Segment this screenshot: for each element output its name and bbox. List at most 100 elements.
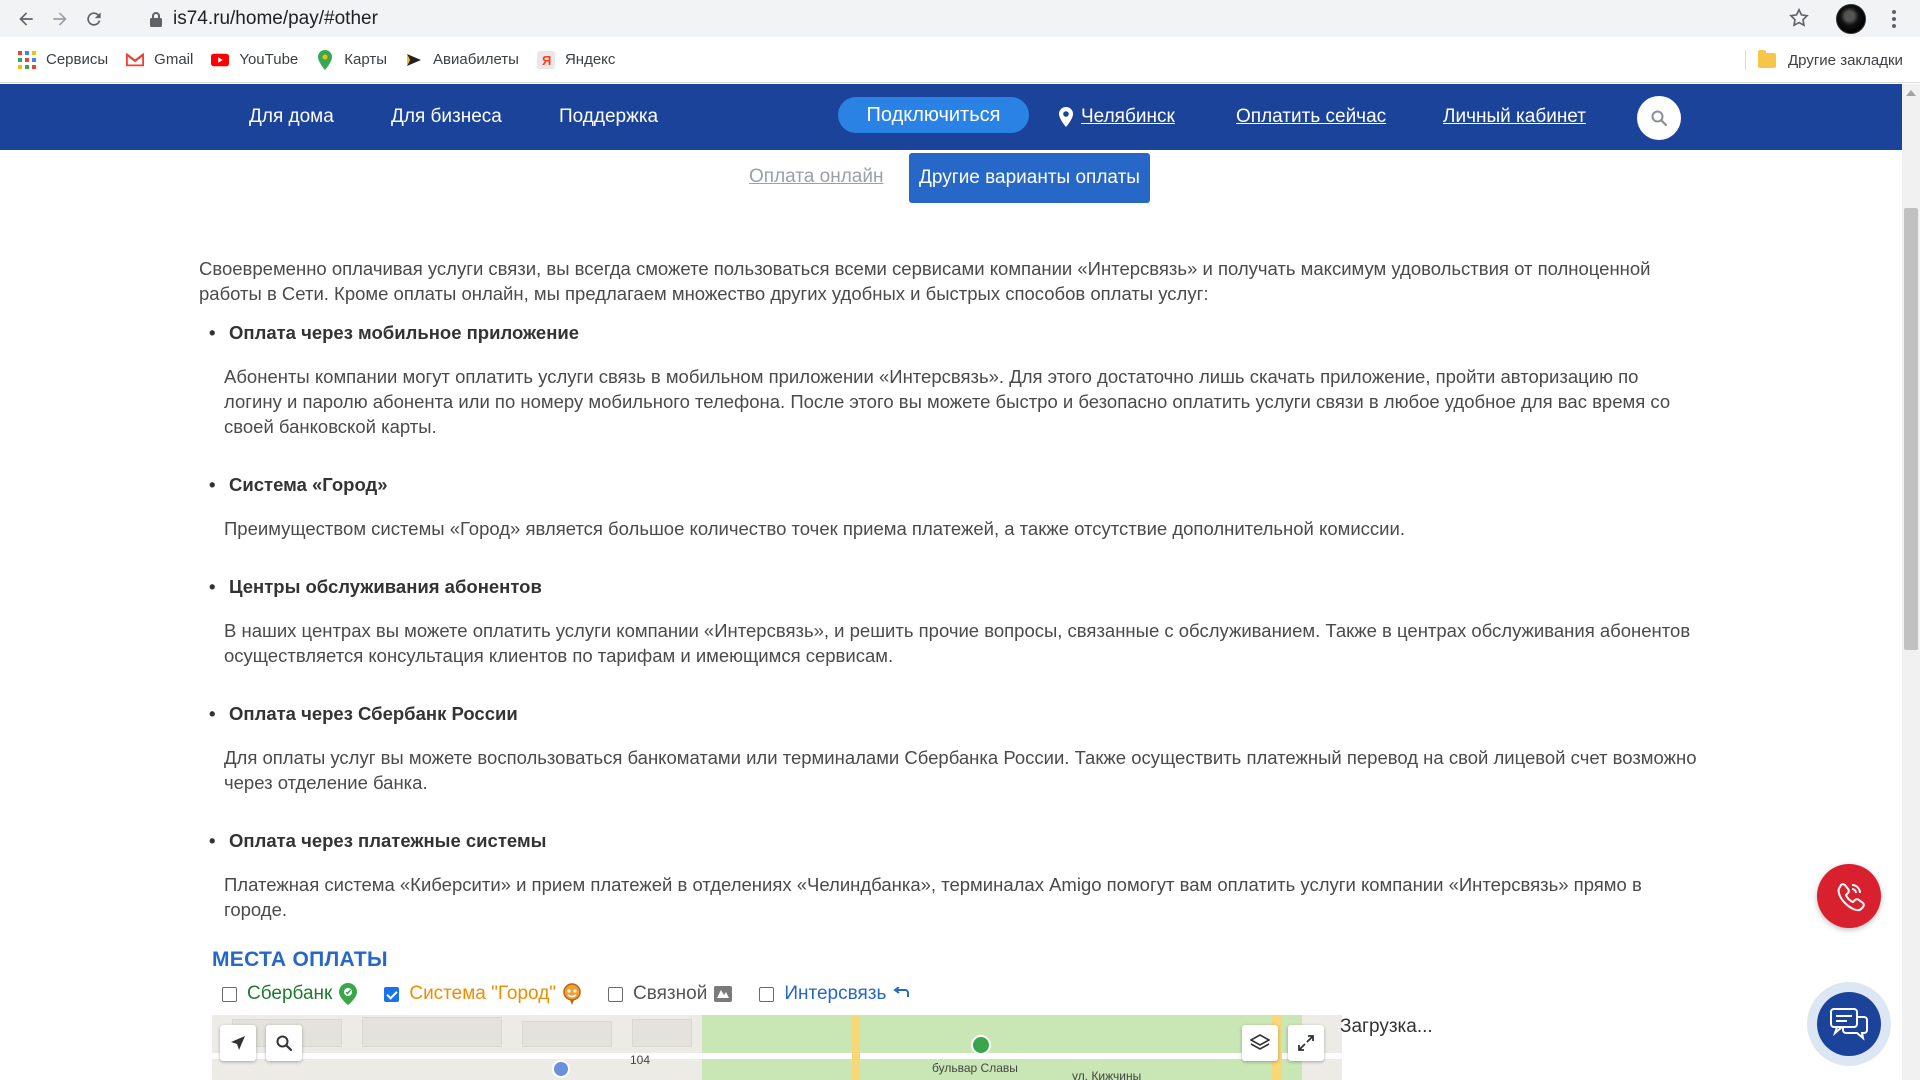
profile-avatar[interactable] [1836, 4, 1866, 34]
back-arrow-icon [19, 11, 33, 26]
map-filters: Сбербанк Система "Город" Связной Интерсв… [222, 980, 938, 1008]
filter-checkbox[interactable] [759, 986, 775, 1002]
map-road [212, 1053, 1342, 1059]
bookmarks-bar: Сервисы Gmail YouTube Карты Авиабилеты Я… [0, 37, 1920, 83]
filter-label: Система "Город" [409, 983, 557, 1004]
bookmark-yandex[interactable]: Я Яндекс [536, 44, 616, 76]
bookmark-gmail[interactable]: Gmail [126, 44, 193, 76]
map-geolocation-button[interactable] [220, 1025, 256, 1061]
filter-label: Сбербанк [247, 983, 333, 1004]
filter-label: Интерсвязь [784, 983, 887, 1004]
browser-menu-icon[interactable] [1882, 7, 1906, 31]
svg-text:Я: Я [542, 53, 551, 68]
city-selector[interactable]: Челябинск [1059, 84, 1175, 150]
chat-button-inner [1817, 992, 1881, 1056]
search-icon [276, 1035, 293, 1052]
expand-icon [1298, 1035, 1314, 1051]
bookmark-label: Авиабилеты [433, 51, 519, 68]
phone-icon [1837, 883, 1865, 912]
nav-home[interactable]: Для дома [249, 106, 334, 128]
forward-arrow-icon [53, 11, 67, 26]
address-bar[interactable]: is74.ru/home/pay/#other [137, 2, 1837, 35]
filter-svyaznoy[interactable]: Связной [608, 983, 733, 1005]
apps-grid-icon [18, 50, 36, 69]
chat-button[interactable] [1807, 982, 1891, 1066]
filter-sberbank[interactable]: Сбербанк [222, 983, 358, 1005]
map-house-number: 104 [630, 1053, 651, 1067]
bookmark-label: YouTube [239, 51, 299, 68]
connect-button[interactable]: Подключиться [838, 97, 1029, 133]
method-title: Центры обслуживания абонентов [209, 574, 1699, 599]
reload-button[interactable] [80, 5, 108, 33]
tab-online-payment[interactable]: Оплата онлайн [749, 166, 883, 188]
bookmark-star-icon[interactable] [1788, 7, 1810, 29]
filter-checkbox-checked[interactable] [384, 986, 400, 1002]
other-bookmarks[interactable]: Другие закладки [1758, 44, 1903, 76]
map-street-label: бульвар Славы [932, 1061, 1018, 1075]
url-text: is74.ru/home/pay/#other [173, 7, 378, 29]
filter-intersvyaz[interactable]: Интерсвязь [759, 983, 912, 1005]
filter-gorod[interactable]: Система "Город" [384, 983, 582, 1005]
tab-other-payment[interactable]: Другие варианты оплаты [909, 153, 1150, 203]
filter-checkbox[interactable] [222, 986, 237, 1002]
city-label: Челябинск [1081, 106, 1175, 127]
nav-business[interactable]: Для бизнеса [391, 106, 502, 128]
forward-button[interactable] [46, 5, 74, 33]
filter-checkbox[interactable] [608, 986, 624, 1002]
navigation-arrow-icon [231, 1036, 245, 1050]
map-road [852, 1015, 860, 1080]
map-street-label: ул. Кижчины [1072, 1069, 1142, 1080]
map-search-button[interactable] [266, 1025, 302, 1061]
nav-support[interactable]: Поддержка [559, 106, 658, 128]
gmail-icon [126, 51, 145, 69]
gorod-pin-icon [562, 983, 582, 1005]
chat-bubbles-icon [1830, 1008, 1868, 1041]
bookmarks-separator [1745, 50, 1746, 70]
bookmark-label: Карты [344, 51, 388, 68]
intersvyaz-arrow-icon [892, 983, 912, 1005]
map-fullscreen-button[interactable] [1288, 1025, 1324, 1061]
map-building [362, 1017, 502, 1047]
bookmark-youtube[interactable]: YouTube [211, 44, 298, 76]
method-title: Оплата через платежные системы [209, 828, 1699, 853]
payment-places-title: МЕСТА ОПЛАТЫ [212, 948, 388, 971]
map-shop-poi-icon[interactable] [552, 1060, 570, 1078]
callback-button[interactable] [1817, 864, 1881, 928]
method-text: В наших центрах вы можете оплатить услуг… [224, 620, 1691, 666]
other-bookmarks-label: Другие закладки [1788, 51, 1903, 69]
sberbank-pin-icon [338, 983, 358, 1005]
method-title: Оплата через Сбербанк России [209, 701, 1699, 726]
bookmark-services[interactable]: Сервисы [18, 44, 108, 76]
method-title: Оплата через мобильное приложение [209, 320, 1699, 345]
personal-cabinet-link[interactable]: Личный кабинет [1443, 106, 1586, 128]
map-park-poi-icon[interactable] [971, 1035, 991, 1055]
reload-icon [87, 11, 101, 26]
lock-icon [150, 11, 162, 27]
folder-icon [1758, 49, 1776, 68]
scroll-up-arrow-icon[interactable] [1906, 90, 1916, 96]
site-header: Для дома Для бизнеса Поддержка Подключит… [0, 84, 1902, 150]
yandex-icon: Я [536, 50, 555, 69]
pay-now-link[interactable]: Оплатить сейчас [1236, 106, 1386, 128]
map-layers-button[interactable] [1242, 1025, 1278, 1061]
search-icon [1651, 110, 1668, 127]
scroll-thumb[interactable] [1904, 208, 1918, 650]
method-text: Абоненты компании могут оплатить услуги … [224, 366, 1671, 437]
bookmark-flights[interactable]: Авиабилеты [405, 44, 519, 76]
filter-label: Связной [633, 983, 708, 1004]
method-text: Для оплаты услуг вы можете воспользовать… [224, 747, 1697, 793]
method-title: Система «Город» [209, 472, 1699, 497]
bookmark-label: Яндекс [564, 51, 616, 68]
browser-toolbar: is74.ru/home/pay/#other [0, 0, 1920, 37]
bookmark-maps[interactable]: Карты [316, 44, 387, 76]
method-text: Платежная система «Киберсити» и прием пл… [224, 874, 1642, 920]
plane-icon [405, 51, 423, 69]
payment-places-map[interactable]: 104 бульвар Славы ул. Кижчины [212, 1015, 1342, 1080]
map-loading-text: Загрузка... [1340, 1016, 1433, 1037]
location-pin-icon [1059, 107, 1073, 127]
back-button[interactable] [12, 5, 40, 33]
bookmark-label: Сервисы [46, 51, 109, 68]
page-scrollbar[interactable] [1902, 84, 1920, 1080]
site-search-button[interactable] [1637, 96, 1681, 140]
svyaznoy-icon [713, 983, 733, 1005]
